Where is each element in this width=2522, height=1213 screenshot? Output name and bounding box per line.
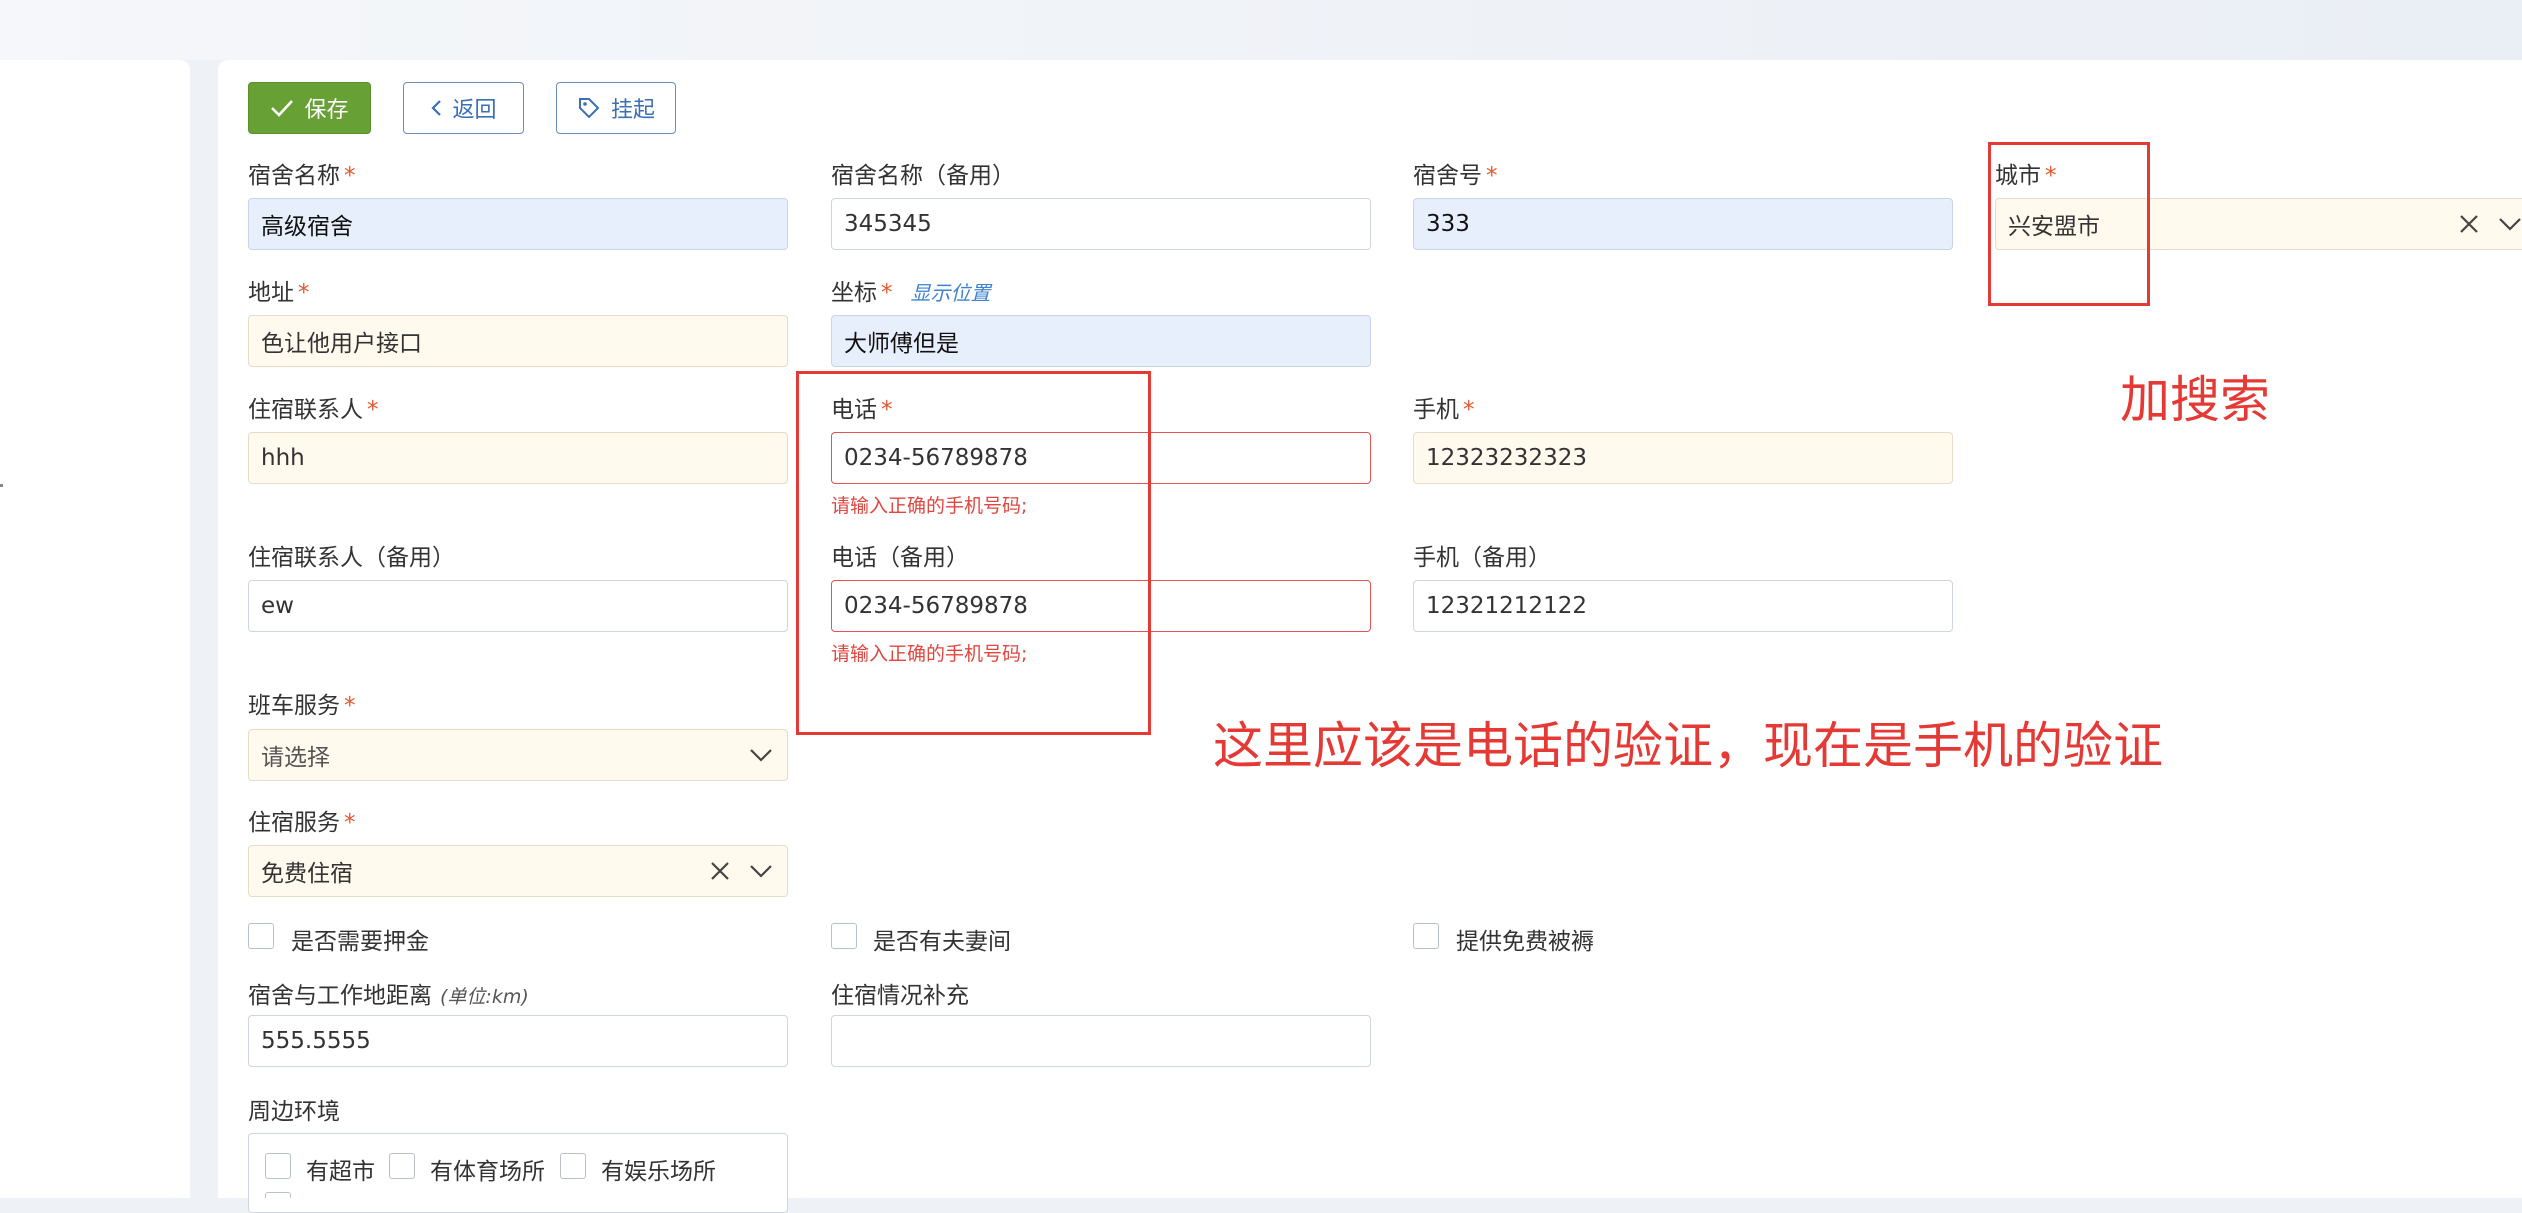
annotation-search: 加搜索 (2120, 371, 2270, 429)
mobile-label: 手机 * (1413, 397, 1475, 423)
chevron-left-icon (431, 100, 442, 116)
dorm-name-label: 宿舍名称 * (248, 163, 356, 189)
dorm-name-alt-input[interactable]: 345345 (831, 198, 1371, 250)
entertainment-checkbox-label: 有娱乐场所 (601, 1159, 716, 1185)
lodging-label: 住宿服务 * (248, 810, 356, 836)
clear-icon[interactable] (2458, 213, 2480, 235)
phone-highlight-box (796, 371, 1151, 735)
supermarket-checkbox[interactable] (265, 1153, 291, 1179)
gym-checkbox-label: 有体育场所 (430, 1159, 545, 1185)
hang-button[interactable]: 挂起 (556, 82, 676, 134)
shuttle-select[interactable]: 请选择 (248, 729, 788, 781)
mobile-input[interactable]: 12323232323 (1413, 432, 1953, 484)
city-highlight-box (1988, 142, 2150, 306)
dorm-name-input[interactable]: 高级宿舍 (248, 198, 788, 250)
deposit-checkbox[interactable] (248, 923, 274, 949)
contact-input[interactable]: hhh (248, 432, 788, 484)
chevron-down-icon[interactable] (749, 748, 773, 762)
free-bedding-checkbox-label: 提供免费被褥 (1456, 929, 1594, 955)
couple-room-checkbox[interactable] (831, 923, 857, 949)
entertainment-checkbox[interactable] (560, 1153, 586, 1179)
clear-icon[interactable] (709, 860, 731, 882)
dorm-no-input[interactable]: 333 (1413, 198, 1953, 250)
check-icon (271, 100, 294, 117)
annotation-validation: 这里应该是电话的验证，现在是手机的验证 (1213, 717, 2163, 775)
sidebar (0, 60, 190, 1198)
chevron-down-icon[interactable] (2498, 217, 2522, 231)
show-location-link[interactable]: 显示位置 (911, 281, 991, 305)
contact-alt-label: 住宿联系人（备用） (248, 545, 455, 571)
shuttle-label: 班车服务 * (248, 693, 356, 719)
supermarket-checkbox-label: 有超市 (306, 1159, 375, 1185)
couple-room-checkbox-label: 是否有夫妻间 (873, 929, 1011, 955)
address-label: 地址 * (248, 280, 310, 306)
save-button[interactable]: 保存 (248, 82, 371, 134)
coords-label: 坐标 * 显示位置 (831, 280, 991, 306)
hang-button-label: 挂起 (610, 98, 655, 123)
lodging-select[interactable]: 免费住宿 (248, 845, 788, 897)
back-button-label: 返回 (452, 98, 497, 123)
env-checkbox-partial[interactable] (265, 1192, 291, 1198)
distance-label: 宿舍与工作地距离 (单位:km) (248, 983, 529, 1009)
deposit-checkbox-label: 是否需要押金 (291, 929, 429, 955)
coords-input[interactable]: 大师傅但是 (831, 315, 1371, 367)
contact-label: 住宿联系人 * (248, 397, 379, 423)
tag-icon (578, 98, 600, 119)
dorm-no-label: 宿舍号 * (1413, 163, 1498, 189)
mobile-alt-input[interactable]: 12321212122 (1413, 580, 1953, 632)
distance-input[interactable]: 555.5555 (248, 1015, 788, 1067)
extra-label: 住宿情况补充 (831, 983, 969, 1009)
dorm-name-alt-label: 宿舍名称（备用） (831, 163, 1015, 189)
chevron-down-icon[interactable] (749, 864, 773, 878)
sidebar-marker (0, 484, 3, 487)
top-header (0, 0, 2522, 60)
back-button[interactable]: 返回 (403, 82, 524, 134)
extra-input[interactable] (831, 1015, 1371, 1067)
gym-checkbox[interactable] (389, 1153, 415, 1179)
contact-alt-input[interactable]: ew (248, 580, 788, 632)
free-bedding-checkbox[interactable] (1413, 923, 1439, 949)
env-label: 周边环境 (248, 1099, 340, 1125)
save-button-label: 保存 (304, 98, 349, 123)
mobile-alt-label: 手机（备用） (1413, 545, 1551, 571)
address-input[interactable]: 色让他用户接口 (248, 315, 788, 367)
